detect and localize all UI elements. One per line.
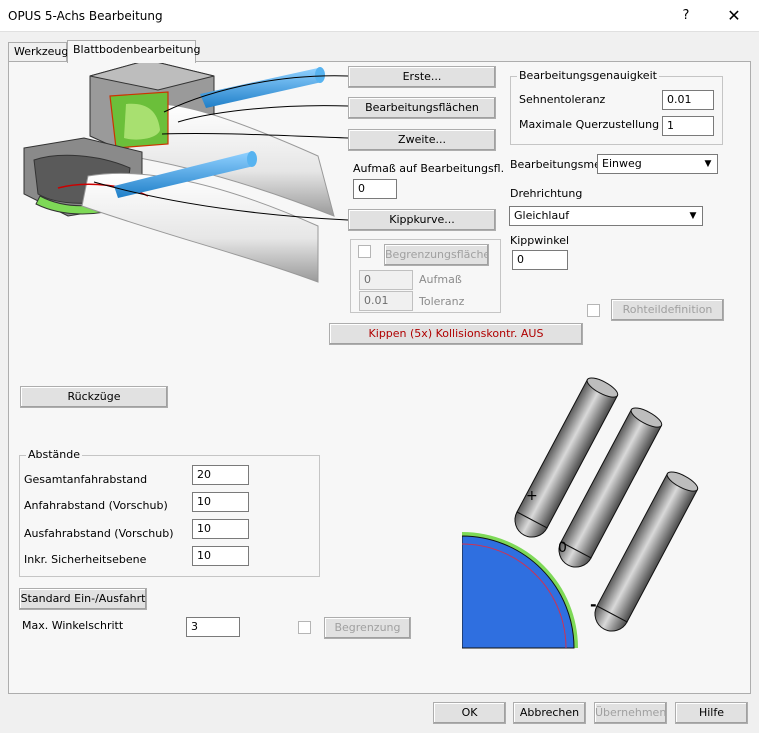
anfahrabstand-label: Anfahrabstand (Vorschub) [24,499,168,512]
boundary-checkbox[interactable] [358,245,371,258]
rohteil-checkbox[interactable] [587,304,600,317]
max-winkelschritt-label: Max. Winkelschritt [22,619,124,632]
querzustellung-label: Maximale Querzustellung [519,118,660,131]
ok-button[interactable]: OK [433,702,506,724]
tilt-input[interactable]: 0 [512,250,568,270]
tilt-diagram: + 0 - [462,377,699,649]
help-icon[interactable]: ? [668,4,704,28]
kippkurve-button[interactable]: Kippkurve... [348,209,496,231]
sehnentoleranz-input[interactable]: 0.01 [662,90,714,110]
boundary-toleranz-input[interactable]: 0.01 [359,291,413,311]
allowance-label: Aufmaß auf Bearbeitungsfl. [353,162,505,175]
boundary-aufmass-label: Aufmaß [419,273,462,286]
ausfahrabstand-label: Ausfahrabstand (Vorschub) [24,527,174,540]
sicherheitsebene-input[interactable]: 10 [192,546,249,566]
direction-label: Drehrichtung [510,187,583,200]
erste-button[interactable]: Erste... [348,66,496,88]
apply-button[interactable]: Übernehmen [594,702,667,724]
method-select-value: Einweg [602,157,642,170]
sehnentoleranz-label: Sehnentoleranz [519,93,606,106]
allowance-input[interactable]: 0 [353,179,397,199]
anfahrabstand-input[interactable]: 10 [192,492,249,512]
tilt-zero-label: 0 [558,540,567,556]
tilt-label: Kippwinkel [510,234,570,247]
tilt-minus-label: - [590,595,597,614]
bearbeitungsflaechen-button[interactable]: Bearbeitungsflächen [348,97,496,119]
direction-select[interactable]: Gleichlauf ▼ [509,206,703,226]
chevron-down-icon: ▼ [689,211,697,221]
chevron-down-icon: ▼ [704,159,712,169]
title-bar: OPUS 5-Achs Bearbeitung ? ✕ [0,0,759,32]
zweite-button[interactable]: Zweite... [348,129,496,151]
begrenzungsflaechen-button[interactable]: Begrenzungsflächen [384,244,489,266]
rohteildefinition-button[interactable]: Rohteildefinition [611,299,724,321]
ausfahrabstand-input[interactable]: 10 [192,519,249,539]
direction-select-value: Gleichlauf [514,209,570,222]
close-icon[interactable]: ✕ [712,4,756,28]
max-winkelschritt-input[interactable]: 3 [186,617,240,637]
boundary-toleranz-label: Toleranz [419,295,465,308]
sicherheitsebene-label: Inkr. Sicherheitsebene [24,553,147,566]
cancel-button[interactable]: Abbrechen [513,702,586,724]
querzustellung-input[interactable]: 1 [662,116,714,136]
window-title: OPUS 5-Achs Bearbeitung [8,9,163,23]
boundary-aufmass-input[interactable]: 0 [359,270,413,290]
blade-floor-illustration [23,59,348,283]
rueckzuege-button[interactable]: Rückzüge [20,386,168,408]
collision-check-button[interactable]: Kippen (5x) Kollisionskontr. AUS [329,323,583,345]
begrenzung-checkbox[interactable] [298,621,311,634]
begrenzung-button[interactable]: Begrenzung [324,617,411,639]
distances-group-title: Abstände [26,448,83,461]
help-button[interactable]: Hilfe [675,702,748,724]
accuracy-group-title: Bearbeitungsgenauigkeit [517,69,659,82]
method-label: Bearbeitungsme [510,158,601,171]
standard-ein-ausfahrt-button[interactable]: Standard Ein-/Ausfahrt [19,588,147,610]
tilt-plus-label: + [526,488,538,504]
tab-blattbodenbearbeitung[interactable]: Blattbodenbearbeitung [67,40,200,63]
method-select[interactable]: Einweg ▼ [597,154,718,174]
gesamtanfahrabstand-label: Gesamtanfahrabstand [24,473,148,486]
gesamtanfahrabstand-input[interactable]: 20 [192,465,249,485]
